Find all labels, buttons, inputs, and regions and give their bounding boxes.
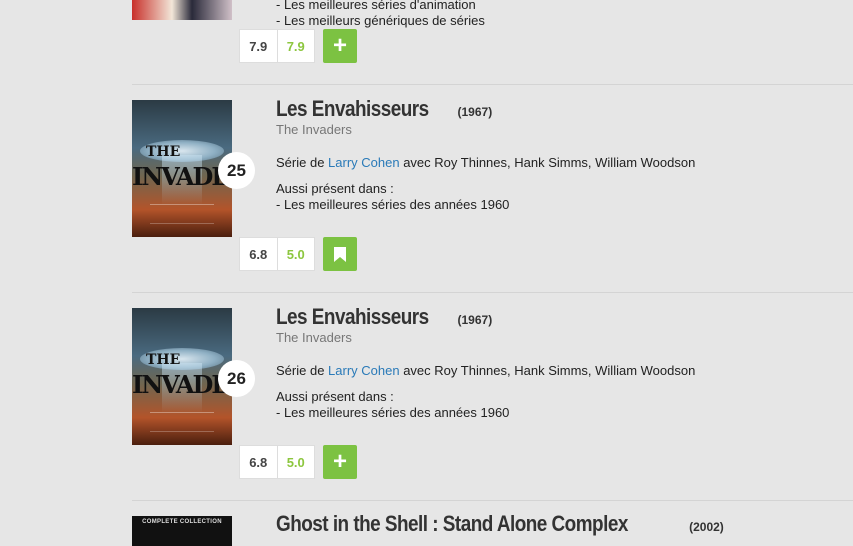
title-line: Les Envahisseurs (1967) xyxy=(276,304,492,330)
original-title: The Invaders xyxy=(276,122,352,137)
also-in-list: Aussi présent dans : - Les meilleures sé… xyxy=(276,181,509,213)
poster-label: COMPLETE COLLECTION xyxy=(142,519,222,525)
cast: avec Roy Thinnes, Hank Simms, William Wo… xyxy=(399,363,696,378)
series-title[interactable]: Ghost in the Shell : Stand Alone Complex xyxy=(276,511,628,537)
user-rating: 7.9 xyxy=(286,38,305,54)
rank-badge: 25 xyxy=(218,152,255,189)
poster-the: THE xyxy=(146,144,181,160)
poster-title: INVADERS xyxy=(132,370,232,399)
add-button[interactable]: + xyxy=(323,445,357,479)
poster-image[interactable]: THE INVADERS xyxy=(132,100,232,237)
series-description: Série de Larry Cohen avec Roy Thinnes, H… xyxy=(276,363,695,378)
user-rating: 5.0 xyxy=(286,246,305,262)
series-year: (1967) xyxy=(457,313,493,327)
divider xyxy=(132,500,853,501)
user-rating: 5.0 xyxy=(286,454,305,470)
poster-image[interactable]: COMPLETE COLLECTION xyxy=(132,516,232,546)
director-link[interactable]: Larry Cohen xyxy=(328,155,400,170)
bookmark-button[interactable] xyxy=(323,237,357,271)
title-line: Ghost in the Shell : Stand Alone Complex… xyxy=(276,511,724,537)
add-button[interactable]: + xyxy=(323,29,357,63)
series-year: (1967) xyxy=(457,105,493,119)
poster-image[interactable] xyxy=(132,0,232,20)
divider xyxy=(132,84,853,85)
also-in-label: Aussi présent dans : xyxy=(276,181,394,196)
series-description: Série de Larry Cohen avec Roy Thinnes, H… xyxy=(276,155,695,170)
also-in-item[interactable]: - Les meilleures séries d'animation xyxy=(276,0,485,13)
divider xyxy=(132,292,853,293)
also-in-item[interactable]: - Les meilleurs génériques de séries xyxy=(276,13,485,29)
director-link[interactable]: Larry Cohen xyxy=(328,363,400,378)
poster-tagline xyxy=(150,204,214,224)
press-rating: 7.9 xyxy=(240,30,278,62)
rank-badge: 26 xyxy=(218,360,255,397)
series-title[interactable]: Les Envahisseurs xyxy=(276,96,429,122)
poster-title: INVADERS xyxy=(132,162,232,191)
desc-prefix: Série de xyxy=(276,363,329,378)
press-rating: 6.8 xyxy=(240,238,278,270)
ratings-box: 7.9 7.9 xyxy=(239,29,315,63)
ratings-box: 6.8 5.0 xyxy=(239,237,315,271)
title-line: Les Envahisseurs (1967) xyxy=(276,96,492,122)
also-in-item[interactable]: - Les meilleures séries des années 1960 xyxy=(276,405,509,421)
also-in-label: Aussi présent dans : xyxy=(276,389,394,404)
also-in-item[interactable]: - Les meilleures séries des années 1960 xyxy=(276,197,509,213)
original-title: The Invaders xyxy=(276,330,352,345)
ratings-box: 6.8 5.0 xyxy=(239,445,315,479)
also-in-list: - Les meilleures séries d'animation - Le… xyxy=(276,0,485,29)
cast: avec Roy Thinnes, Hank Simms, William Wo… xyxy=(399,155,696,170)
bookmark-icon xyxy=(334,246,346,262)
series-title[interactable]: Les Envahisseurs xyxy=(276,304,429,330)
also-in-list: Aussi présent dans : - Les meilleures sé… xyxy=(276,389,509,421)
poster-the: THE xyxy=(146,352,181,368)
series-year: (2002) xyxy=(689,520,724,534)
press-rating: 6.8 xyxy=(240,446,278,478)
desc-prefix: Série de xyxy=(276,155,329,170)
poster-image[interactable]: THE INVADERS xyxy=(132,308,232,445)
plus-icon: + xyxy=(332,32,347,59)
plus-icon: + xyxy=(332,448,347,475)
poster-tagline xyxy=(150,412,214,432)
